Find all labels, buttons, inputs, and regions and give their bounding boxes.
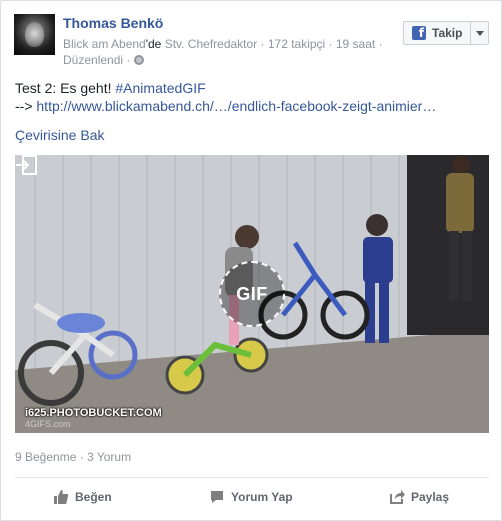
like-label: Beğen (75, 490, 112, 504)
page-link[interactable]: Blick am Abend (63, 37, 146, 51)
reaction-counts: 9 Beğenme · 3 Yorum (15, 450, 131, 464)
author-name[interactable]: Thomas Benkö (63, 15, 163, 31)
hashtag-link[interactable]: #AnimatedGIF (115, 80, 205, 96)
like-button[interactable]: Beğen (53, 489, 112, 505)
facebook-icon: f (412, 26, 426, 40)
gif-play-badge[interactable]: GIF (219, 261, 285, 327)
post-text: Test 2: Es geht! (15, 80, 116, 96)
meta-details: Stv. Chefredaktor · 172 takipçi · 19 saa… (161, 37, 383, 51)
follow-button[interactable]: f Takip (403, 21, 489, 45)
post-meta: Blick am Abend'de Stv. Chefredaktor · 17… (63, 36, 393, 68)
expand-icon[interactable] (15, 155, 37, 175)
globe-icon (133, 55, 144, 65)
edited-label[interactable]: Düzenlendi · (63, 53, 130, 67)
comment-icon (211, 491, 223, 503)
comments-count[interactable]: 3 Yorum (87, 450, 131, 464)
article-link[interactable]: http://www.blickamabend.ch/…/endlich-fac… (36, 98, 436, 114)
action-bar: Beğen Yorum Yap Paylaş (15, 485, 489, 511)
caret-down-icon[interactable] (476, 31, 484, 36)
comment-label: Yorum Yap (231, 490, 293, 504)
post-text-line1: Test 2: Es geht! #AnimatedGIF (15, 80, 206, 96)
share-label: Paylaş (411, 490, 450, 504)
gif-badge-label: GIF (236, 283, 268, 304)
post-card: Thomas Benkö Blick am Abend'de Stv. Chef… (0, 0, 502, 521)
counts-separator: · (76, 450, 88, 464)
post-text-line2: --> http://www.blickamabend.ch/…/endlich… (15, 98, 436, 114)
avatar[interactable] (14, 14, 55, 55)
likes-count[interactable]: 9 Beğenme (15, 450, 76, 464)
follow-label: Takip (432, 26, 463, 40)
thumbs-up-icon (54, 490, 69, 504)
share-icon (390, 490, 405, 504)
divider (15, 477, 489, 478)
translate-link[interactable]: Çevirisine Bak (15, 127, 104, 143)
arrow-text: --> (15, 98, 37, 114)
share-button[interactable]: Paylaş (389, 489, 449, 505)
media-watermark: i625.PHOTOBUCKET.COM (25, 407, 162, 419)
media-watermark-small: 4GIFS.com (25, 419, 71, 429)
meta-suffix: 'de (145, 37, 162, 51)
comment-button[interactable]: Yorum Yap (209, 489, 293, 505)
gif-media[interactable]: GIF i625.PHOTOBUCKET.COM 4GIFS.com (15, 155, 489, 433)
